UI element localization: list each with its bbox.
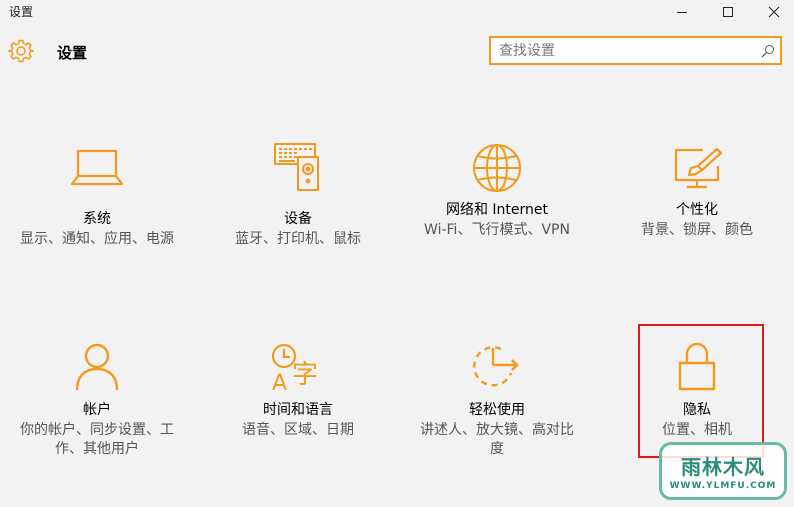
svg-text:字: 字 <box>292 360 318 390</box>
tile-accounts-desc: 你的帐户、同步设置、工作、其他用户 <box>20 422 174 457</box>
tile-time-language[interactable]: A 字 时间和语言 语音、区域、日期 <box>218 343 378 493</box>
tile-personalization[interactable]: 个性化 背景、锁屏、颜色 <box>617 146 777 296</box>
watermark-text: 雨林木风 <box>681 455 765 479</box>
svg-text:A: A <box>272 371 287 393</box>
tile-personalization-desc: 背景、锁屏、颜色 <box>641 222 753 238</box>
laptop-icon <box>70 149 124 186</box>
tile-network-desc: Wi-Fi、飞行模式、VPN <box>424 222 570 238</box>
tile-devices-title: 设备 <box>284 211 312 227</box>
ease-of-access-icon <box>473 346 519 387</box>
close-icon <box>768 6 780 18</box>
tile-ease-of-access-title: 轻松使用 <box>469 402 525 418</box>
tile-system[interactable]: 系统 显示、通知、应用、电源 <box>17 146 177 296</box>
tile-time-language-title: 时间和语言 <box>263 402 333 418</box>
title-bar: 设置 <box>0 0 794 24</box>
tile-ease-of-access[interactable]: 轻松使用 讲述人、放大镜、高对比度 <box>417 345 577 495</box>
search-box[interactable] <box>489 36 782 65</box>
devices-icon <box>274 143 319 191</box>
watermark-url: WWW.YLMFU.COM <box>669 481 777 491</box>
globe-icon <box>473 144 521 192</box>
maximize-icon <box>723 7 733 17</box>
close-button[interactable] <box>751 0 794 24</box>
tile-network-title: 网络和 Internet <box>445 202 549 218</box>
search-icon[interactable] <box>761 44 775 58</box>
time-language-icon: A 字 <box>271 343 318 393</box>
tile-ease-of-access-desc: 讲述人、放大镜、高对比度 <box>420 422 574 457</box>
tile-accounts-title: 帐户 <box>83 402 111 418</box>
tile-devices[interactable]: 设备 蓝牙、打印机、鼠标 <box>218 142 378 292</box>
page-title: 设置 <box>57 44 88 62</box>
maximize-button[interactable] <box>705 0 751 24</box>
gear-icon <box>8 39 34 63</box>
tile-time-language-desc: 语音、区域、日期 <box>242 422 354 438</box>
tile-devices-desc: 蓝牙、打印机、鼠标 <box>235 231 361 247</box>
minimize-button[interactable] <box>659 0 705 24</box>
watermark-logo: 雨林木风 WWW.YLMFU.COM <box>659 442 787 500</box>
search-input[interactable] <box>499 41 749 60</box>
tile-accounts[interactable]: 帐户 你的帐户、同步设置、工作、其他用户 <box>17 343 177 493</box>
tile-system-desc: 显示、通知、应用、电源 <box>20 231 174 247</box>
person-icon <box>75 343 119 391</box>
window-title: 设置 <box>9 5 34 19</box>
tile-personalization-title: 个性化 <box>676 202 718 218</box>
paint-screen-icon <box>674 147 723 189</box>
highlight-box <box>638 324 764 458</box>
tile-system-title: 系统 <box>83 211 111 227</box>
minimize-icon <box>677 12 687 13</box>
tile-network[interactable]: 网络和 Internet Wi-Fi、飞行模式、VPN <box>417 142 577 292</box>
